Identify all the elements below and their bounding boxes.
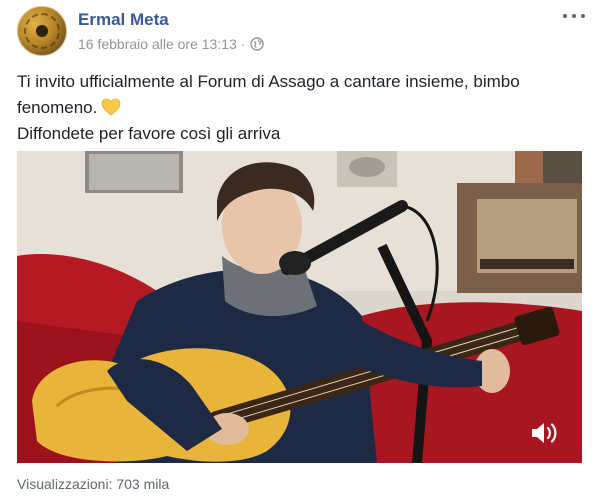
more-dots-icon[interactable] <box>563 10 585 22</box>
post-timestamp-link[interactable]: 16 febbraio alle ore 13:13 <box>78 36 237 52</box>
post-text-line-2: Diffondete per favore così gli arriva <box>17 124 281 143</box>
meta-separator: · <box>240 36 246 52</box>
video-player[interactable] <box>17 151 582 463</box>
avatar-center <box>36 25 48 37</box>
speaker-icon[interactable] <box>529 419 559 447</box>
post-text: Ti invito ufficialmente al Forum di Assa… <box>17 69 587 147</box>
video-frame-image <box>17 151 582 463</box>
yellow-heart-icon <box>101 98 121 116</box>
post-meta: 16 febbraio alle ore 13:13 · <box>78 36 265 52</box>
post-text-line-1: Ti invito ufficialmente al Forum di Assa… <box>17 72 520 117</box>
author-name-link[interactable]: Ermal Meta <box>78 10 169 30</box>
view-count: Visualizzazioni: 703 mila <box>17 476 170 492</box>
author-avatar[interactable] <box>17 6 67 56</box>
globe-icon[interactable] <box>250 37 265 51</box>
facebook-post: Ermal Meta 16 febbraio alle ore 13:13 · … <box>0 0 600 498</box>
